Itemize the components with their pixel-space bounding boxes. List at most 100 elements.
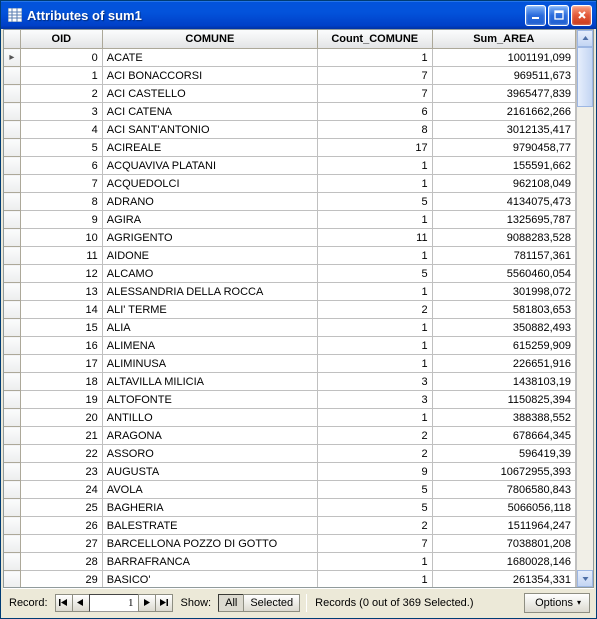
cell-oid[interactable]: 3	[20, 103, 102, 121]
cell-oid[interactable]: 26	[20, 517, 102, 535]
cell-comune[interactable]: ARAGONA	[102, 427, 317, 445]
cell-comune[interactable]: AUGUSTA	[102, 463, 317, 481]
row-selector[interactable]	[4, 499, 20, 517]
cell-oid[interactable]: 6	[20, 157, 102, 175]
cell-sum[interactable]: 9790458,77	[432, 139, 575, 157]
cell-comune[interactable]: ACIREALE	[102, 139, 317, 157]
cell-count[interactable]: 1	[317, 319, 432, 337]
table-row[interactable]: 23AUGUSTA910672955,393	[4, 463, 576, 481]
cell-count[interactable]: 5	[317, 499, 432, 517]
row-selector[interactable]	[4, 463, 20, 481]
cell-oid[interactable]: 28	[20, 553, 102, 571]
prev-record-button[interactable]	[72, 594, 90, 612]
cell-comune[interactable]: ALESSANDRIA DELLA ROCCA	[102, 283, 317, 301]
cell-comune[interactable]: ALTAVILLA MILICIA	[102, 373, 317, 391]
cell-sum[interactable]: 350882,493	[432, 319, 575, 337]
cell-sum[interactable]: 10672955,393	[432, 463, 575, 481]
cell-sum[interactable]: 1150825,394	[432, 391, 575, 409]
cell-count[interactable]: 1	[317, 355, 432, 373]
cell-count[interactable]: 2	[317, 427, 432, 445]
table-row[interactable]: 8ADRANO54134075,473	[4, 193, 576, 211]
cell-oid[interactable]: 8	[20, 193, 102, 211]
column-header-sum[interactable]: Sum_AREA	[432, 30, 575, 49]
column-header-comune[interactable]: COMUNE	[102, 30, 317, 49]
cell-sum[interactable]: 226651,916	[432, 355, 575, 373]
cell-oid[interactable]: 21	[20, 427, 102, 445]
cell-sum[interactable]: 301998,072	[432, 283, 575, 301]
table-row[interactable]: 15ALIA1350882,493	[4, 319, 576, 337]
cell-oid[interactable]: 7	[20, 175, 102, 193]
scroll-thumb[interactable]	[577, 47, 593, 107]
row-selector-header[interactable]	[4, 30, 20, 49]
cell-oid[interactable]: 18	[20, 373, 102, 391]
row-selector[interactable]	[4, 121, 20, 139]
cell-comune[interactable]: AGRIGENTO	[102, 229, 317, 247]
cell-count[interactable]: 1	[317, 157, 432, 175]
row-selector[interactable]	[4, 319, 20, 337]
cell-oid[interactable]: 24	[20, 481, 102, 499]
table-row[interactable]: 24AVOLA57806580,843	[4, 481, 576, 499]
cell-comune[interactable]: BAGHERIA	[102, 499, 317, 517]
cell-count[interactable]: 1	[317, 553, 432, 571]
options-button[interactable]: Options ▾	[524, 593, 590, 613]
cell-sum[interactable]: 261354,331	[432, 571, 575, 588]
row-selector[interactable]	[4, 85, 20, 103]
cell-sum[interactable]: 596419,39	[432, 445, 575, 463]
cell-oid[interactable]: 4	[20, 121, 102, 139]
show-selected-button[interactable]: Selected	[243, 594, 300, 612]
row-selector[interactable]	[4, 427, 20, 445]
table-row[interactable]: 4ACI SANT'ANTONIO83012135,417	[4, 121, 576, 139]
cell-oid[interactable]: 17	[20, 355, 102, 373]
row-selector[interactable]	[4, 103, 20, 121]
cell-count[interactable]: 2	[317, 301, 432, 319]
close-button[interactable]	[571, 5, 592, 26]
cell-sum[interactable]: 615259,909	[432, 337, 575, 355]
cell-sum[interactable]: 962108,049	[432, 175, 575, 193]
row-selector[interactable]	[4, 481, 20, 499]
minimize-button[interactable]	[525, 5, 546, 26]
row-selector[interactable]	[4, 193, 20, 211]
row-selector[interactable]	[4, 445, 20, 463]
table-row[interactable]: 5ACIREALE179790458,77	[4, 139, 576, 157]
cell-sum[interactable]: 781157,361	[432, 247, 575, 265]
cell-oid[interactable]: 19	[20, 391, 102, 409]
table-row[interactable]: 21ARAGONA2678664,345	[4, 427, 576, 445]
cell-sum[interactable]: 581803,653	[432, 301, 575, 319]
table-row[interactable]: 9AGIRA11325695,787	[4, 211, 576, 229]
table-row[interactable]: 10AGRIGENTO119088283,528	[4, 229, 576, 247]
cell-count[interactable]: 6	[317, 103, 432, 121]
cell-oid[interactable]: 0	[20, 49, 102, 67]
cell-sum[interactable]: 7038801,208	[432, 535, 575, 553]
scroll-up-button[interactable]	[577, 30, 593, 47]
table-row[interactable]: ▸0ACATE11001191,099	[4, 49, 576, 67]
cell-oid[interactable]: 29	[20, 571, 102, 588]
cell-sum[interactable]: 7806580,843	[432, 481, 575, 499]
cell-comune[interactable]: ACATE	[102, 49, 317, 67]
row-selector[interactable]	[4, 355, 20, 373]
row-selector[interactable]	[4, 139, 20, 157]
row-selector[interactable]	[4, 409, 20, 427]
cell-oid[interactable]: 12	[20, 265, 102, 283]
cell-comune[interactable]: BARRAFRANCA	[102, 553, 317, 571]
table-row[interactable]: 13ALESSANDRIA DELLA ROCCA1301998,072	[4, 283, 576, 301]
table-row[interactable]: 12ALCAMO55560460,054	[4, 265, 576, 283]
table-row[interactable]: 28BARRAFRANCA11680028,146	[4, 553, 576, 571]
cell-oid[interactable]: 25	[20, 499, 102, 517]
table-row[interactable]: 7ACQUEDOLCI1962108,049	[4, 175, 576, 193]
cell-sum[interactable]: 969511,673	[432, 67, 575, 85]
table-row[interactable]: 25BAGHERIA55066056,118	[4, 499, 576, 517]
table-row[interactable]: 20ANTILLO1388388,552	[4, 409, 576, 427]
cell-sum[interactable]: 5066056,118	[432, 499, 575, 517]
scroll-track[interactable]	[577, 47, 593, 570]
table-row[interactable]: 29BASICO'1261354,331	[4, 571, 576, 588]
cell-sum[interactable]: 155591,662	[432, 157, 575, 175]
cell-comune[interactable]: ACI BONACCORSI	[102, 67, 317, 85]
cell-sum[interactable]: 678664,345	[432, 427, 575, 445]
cell-comune[interactable]: ACI CATENA	[102, 103, 317, 121]
cell-comune[interactable]: AIDONE	[102, 247, 317, 265]
cell-oid[interactable]: 10	[20, 229, 102, 247]
cell-sum[interactable]: 1001191,099	[432, 49, 575, 67]
cell-comune[interactable]: ALIA	[102, 319, 317, 337]
table-row[interactable]: 16ALIMENA1615259,909	[4, 337, 576, 355]
cell-count[interactable]: 1	[317, 49, 432, 67]
